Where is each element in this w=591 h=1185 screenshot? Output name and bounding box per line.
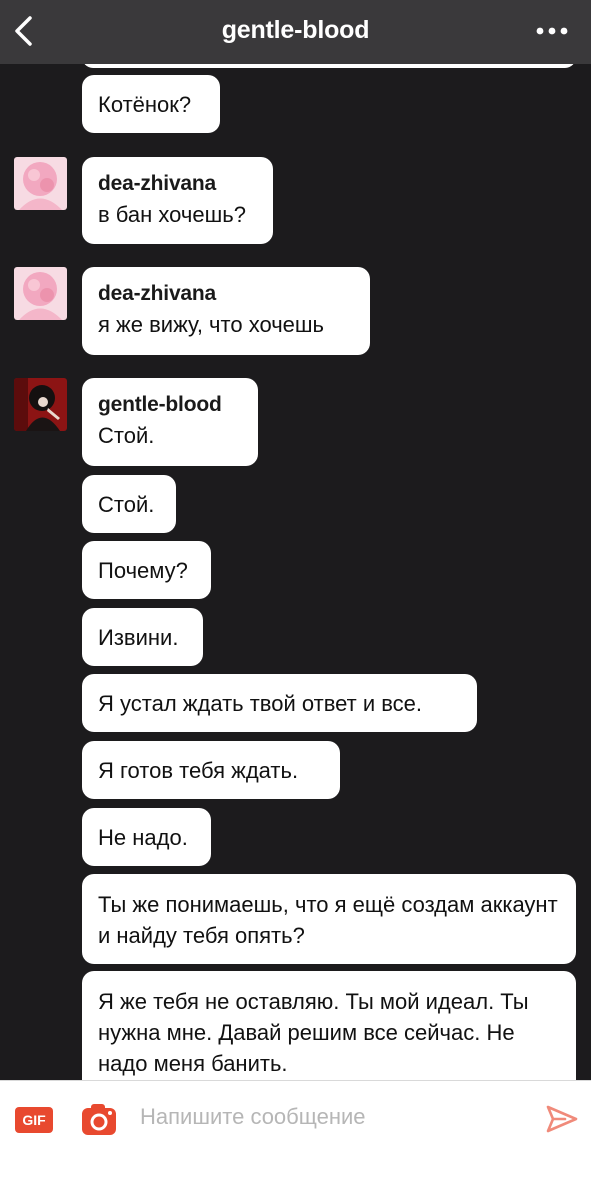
chat-header: gentle-blood [0,0,591,64]
message-text: Не надо. [98,825,188,850]
message-text: Почему? [98,558,188,583]
message-bubble: Ты же понимаешь, что я ещё создам аккаун… [82,874,576,964]
avatar-dea-zhivana[interactable] [14,267,67,320]
message-bubble: gentle-blood Стой. [82,378,258,466]
message-text: Стой. [98,492,155,517]
gif-button[interactable]: GIF [15,1107,53,1133]
message-bubble: Я же тебя не оставляю. Ты мой идеал. Ты … [82,971,576,1096]
message-bubble: Не надо. [82,808,211,866]
more-horizontal-icon [536,27,568,35]
message-bubble: Почему? [82,541,211,599]
conversation-title: gentle-blood [221,16,370,44]
message-text: Я готов тебя ждать. [98,758,299,783]
chat-screen: gentle-blood Котёнок? dea-zhivana в бан … [0,0,591,1185]
message-bubble: Стой. [82,475,176,533]
send-icon [546,1105,578,1133]
message-bubble: Котёнок? [82,75,220,133]
more-options-button[interactable] [533,18,571,44]
sender-name[interactable]: dea-zhivana [98,279,354,309]
message-text: Котёнок? [98,92,192,117]
message-bubble: dea-zhivana я же вижу, что хочешь [82,267,370,355]
message-text: Я же тебя не оставляю. Ты мой идеал. Ты … [98,989,529,1076]
avatar-gentle-blood[interactable] [14,378,67,431]
send-button[interactable] [545,1104,579,1134]
camera-icon [82,1104,116,1135]
message-bubble: Извини. [82,608,203,666]
message-bubble: dea-zhivana в бан хочешь? [82,157,273,244]
camera-button[interactable] [80,1101,118,1137]
message-input[interactable] [136,1097,524,1137]
message-text: Стой. [98,423,155,448]
message-text: Я устал ждать твой ответ и все. [98,691,423,716]
sender-name[interactable]: dea-zhivana [98,169,257,199]
message-text: Извини. [98,625,179,650]
message-text: Ты же понимаешь, что я ещё создам аккаун… [98,892,558,948]
message-composer: GIF [0,1080,591,1185]
message-text: я же вижу, что хочешь [98,312,325,337]
avatar-dea-zhivana[interactable] [14,157,67,210]
message-bubble: Я готов тебя ждать. [82,741,340,799]
message-bubble: Я устал ждать твой ответ и все. [82,674,477,732]
sender-name[interactable]: gentle-blood [98,390,242,420]
message-text: в бан хочешь? [98,202,246,227]
